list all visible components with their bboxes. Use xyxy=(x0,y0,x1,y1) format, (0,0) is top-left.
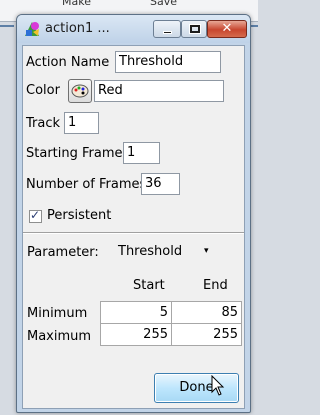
track-field[interactable]: 1 xyxy=(64,112,99,134)
parameter-selected: Threshold xyxy=(118,244,183,259)
color-picker-button[interactable] xyxy=(68,79,92,103)
action-name-label: Action Name xyxy=(26,55,110,70)
action-dialog: action1 ... ✕ Action Name Threshold Colo… xyxy=(16,14,251,413)
color-field[interactable]: Red xyxy=(94,80,224,102)
maximum-start-cell[interactable]: 255 xyxy=(100,323,172,346)
dropdown-arrow-icon: ▾ xyxy=(204,246,209,256)
persistent-checkbox[interactable]: ✓ xyxy=(29,208,42,223)
track-label: Track xyxy=(26,116,61,131)
close-icon: ✕ xyxy=(221,21,233,36)
mouse-cursor-icon xyxy=(211,375,225,396)
palette-icon xyxy=(71,84,89,98)
starting-frame-label: Starting Frame xyxy=(26,146,123,161)
maximum-end-cell[interactable]: 255 xyxy=(171,323,242,346)
maximize-icon xyxy=(189,24,201,34)
separator-highlight xyxy=(23,233,244,234)
minimum-start-cell[interactable]: 5 xyxy=(100,301,172,324)
action-name-field[interactable]: Threshold xyxy=(115,51,221,73)
window-title: action1 ... xyxy=(45,21,110,36)
app-icon xyxy=(25,22,39,36)
row-label-minimum: Minimum xyxy=(27,306,88,321)
minimum-end-cell[interactable]: 85 xyxy=(171,301,242,324)
parent-save-tab[interactable]: Save xyxy=(150,0,190,8)
number-of-frames-label: Number of Frames xyxy=(26,177,147,192)
column-header-end: End xyxy=(203,278,228,293)
column-header-start: Start xyxy=(133,278,165,293)
title-bar[interactable]: action1 ... ✕ xyxy=(17,15,250,43)
color-label: Color xyxy=(26,83,60,98)
parent-make-tab[interactable]: Make xyxy=(62,0,102,8)
check-icon: ✓ xyxy=(30,208,41,222)
parameter-dropdown[interactable]: Threshold ▾ xyxy=(118,240,228,262)
row-label-maximum: Maximum xyxy=(27,329,92,344)
maximize-button[interactable] xyxy=(181,20,207,38)
parameter-label: Parameter: xyxy=(27,245,99,260)
starting-frame-field[interactable]: 1 xyxy=(123,142,160,164)
parent-window-edge xyxy=(0,25,14,27)
dialog-body: Action Name Threshold Color Red Track 1 … xyxy=(22,45,245,409)
persistent-label: Persistent xyxy=(47,208,112,223)
minimize-icon xyxy=(163,31,172,34)
minimize-button[interactable] xyxy=(153,20,181,38)
done-button[interactable]: Done xyxy=(154,373,239,403)
close-button[interactable]: ✕ xyxy=(207,20,247,38)
number-of-frames-field[interactable]: 36 xyxy=(141,173,180,195)
